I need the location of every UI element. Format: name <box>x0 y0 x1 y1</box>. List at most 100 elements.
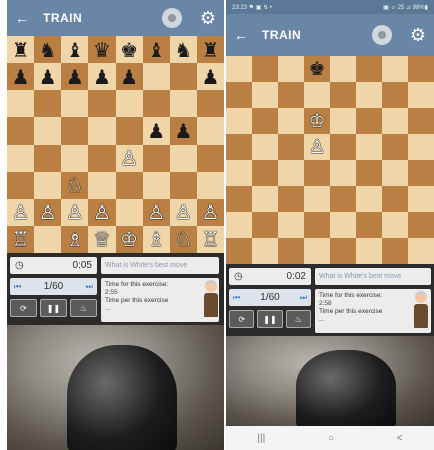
board-square[interactable] <box>226 212 252 238</box>
board-square[interactable] <box>330 160 356 186</box>
white-piece-icon[interactable]: ♙ <box>93 202 111 222</box>
restart-button[interactable]: ⟳ <box>10 299 37 317</box>
board-square[interactable] <box>330 108 356 134</box>
board-square[interactable]: ♝ <box>61 36 89 64</box>
board-square[interactable] <box>88 144 116 172</box>
board-square[interactable] <box>408 108 434 134</box>
board-square[interactable]: ♟ <box>34 63 62 91</box>
board-square[interactable] <box>408 212 434 238</box>
recent-apps-button[interactable]: ||| <box>257 433 265 444</box>
board-square[interactable] <box>226 82 252 108</box>
black-piece-icon[interactable]: ♟ <box>201 67 219 87</box>
white-piece-icon[interactable]: ♘ <box>66 175 84 195</box>
chess-board[interactable]: ♚ ♔ ♙ <box>226 56 434 264</box>
board-square[interactable] <box>252 134 278 160</box>
home-button[interactable]: ○ <box>328 433 334 444</box>
board-square[interactable]: ♙ <box>7 198 35 226</box>
white-piece-icon[interactable]: ♗ <box>66 229 84 249</box>
board-square[interactable]: ♚ <box>304 56 330 82</box>
board-square[interactable] <box>7 171 35 199</box>
board-square[interactable] <box>356 160 382 186</box>
back-arrow-icon[interactable]: ← <box>15 10 29 26</box>
board-square[interactable] <box>330 56 356 82</box>
board-square[interactable] <box>304 82 330 108</box>
board-square[interactable]: ♟ <box>169 117 197 145</box>
board-square[interactable] <box>34 90 62 118</box>
board-square[interactable] <box>330 186 356 212</box>
white-piece-icon[interactable]: ♖ <box>12 229 30 249</box>
board-square[interactable]: ♟ <box>88 63 116 91</box>
board-square[interactable] <box>196 117 224 145</box>
board-square[interactable] <box>252 212 278 238</box>
board-square[interactable] <box>88 171 116 199</box>
board-square[interactable] <box>88 117 116 145</box>
board-square[interactable] <box>408 134 434 160</box>
board-square[interactable]: ♙ <box>34 198 62 226</box>
board-square[interactable] <box>226 108 252 134</box>
board-square[interactable] <box>7 90 35 118</box>
board-square[interactable] <box>278 108 304 134</box>
board-square[interactable]: ♙ <box>88 198 116 226</box>
board-square[interactable] <box>330 82 356 108</box>
board-square[interactable] <box>356 212 382 238</box>
board-square[interactable] <box>252 160 278 186</box>
board-square[interactable] <box>278 82 304 108</box>
board-square[interactable]: ♘ <box>169 225 197 253</box>
skip-last-icon[interactable]: ⏭ <box>86 282 93 292</box>
board-square[interactable] <box>88 90 116 118</box>
board-square[interactable] <box>382 56 408 82</box>
black-piece-icon[interactable]: ♟ <box>12 67 30 87</box>
board-square[interactable]: ♙ <box>304 134 330 160</box>
board-square[interactable]: ♞ <box>34 36 62 64</box>
black-piece-icon[interactable]: ♞ <box>174 40 192 60</box>
board-square[interactable] <box>408 160 434 186</box>
board-square[interactable]: ♘ <box>61 171 89 199</box>
board-square[interactable]: ♙ <box>61 198 89 226</box>
white-piece-icon[interactable]: ♘ <box>174 229 192 249</box>
black-piece-icon[interactable]: ♟ <box>147 121 165 141</box>
board-square[interactable] <box>330 212 356 238</box>
black-piece-icon[interactable]: ♟ <box>174 121 192 141</box>
board-square[interactable] <box>7 144 35 172</box>
board-square[interactable] <box>196 171 224 199</box>
board-square[interactable] <box>408 56 434 82</box>
board-square[interactable]: ♞ <box>169 36 197 64</box>
board-square[interactable] <box>408 186 434 212</box>
board-square[interactable] <box>226 160 252 186</box>
board-square[interactable]: ♟ <box>142 117 170 145</box>
board-square[interactable] <box>278 212 304 238</box>
board-square[interactable] <box>252 82 278 108</box>
board-square[interactable] <box>226 56 252 82</box>
board-square[interactable] <box>115 117 143 145</box>
board-square[interactable] <box>226 134 252 160</box>
board-square[interactable] <box>226 186 252 212</box>
skip-first-icon[interactable]: ⏮ <box>233 293 240 303</box>
white-piece-icon[interactable]: ♕ <box>93 229 111 249</box>
board-square[interactable] <box>382 212 408 238</box>
black-piece-icon[interactable]: ♜ <box>12 40 30 60</box>
board-square[interactable] <box>34 144 62 172</box>
board-square[interactable]: ♝ <box>142 36 170 64</box>
white-piece-icon[interactable]: ♙ <box>12 202 30 222</box>
white-piece-icon[interactable]: ♙ <box>174 202 192 222</box>
back-button[interactable]: < <box>397 433 403 444</box>
board-square[interactable] <box>142 90 170 118</box>
skip-last-icon[interactable]: ⏭ <box>300 293 307 303</box>
board-square[interactable] <box>61 117 89 145</box>
board-square[interactable] <box>169 144 197 172</box>
black-piece-icon[interactable]: ♛ <box>93 40 111 60</box>
board-square[interactable] <box>304 160 330 186</box>
black-piece-icon[interactable]: ♟ <box>120 67 138 87</box>
board-square[interactable] <box>278 56 304 82</box>
board-square[interactable] <box>169 171 197 199</box>
white-piece-icon[interactable]: ♙ <box>147 202 165 222</box>
board-square[interactable]: ♟ <box>61 63 89 91</box>
black-piece-icon[interactable]: ♟ <box>66 67 84 87</box>
board-square[interactable]: ♔ <box>115 225 143 253</box>
gear-icon[interactable]: ⚙ <box>200 8 216 29</box>
board-square[interactable] <box>304 186 330 212</box>
board-square[interactable]: ♚ <box>115 36 143 64</box>
board-square[interactable] <box>382 238 408 264</box>
board-square[interactable]: ♛ <box>88 36 116 64</box>
board-square[interactable] <box>226 238 252 264</box>
